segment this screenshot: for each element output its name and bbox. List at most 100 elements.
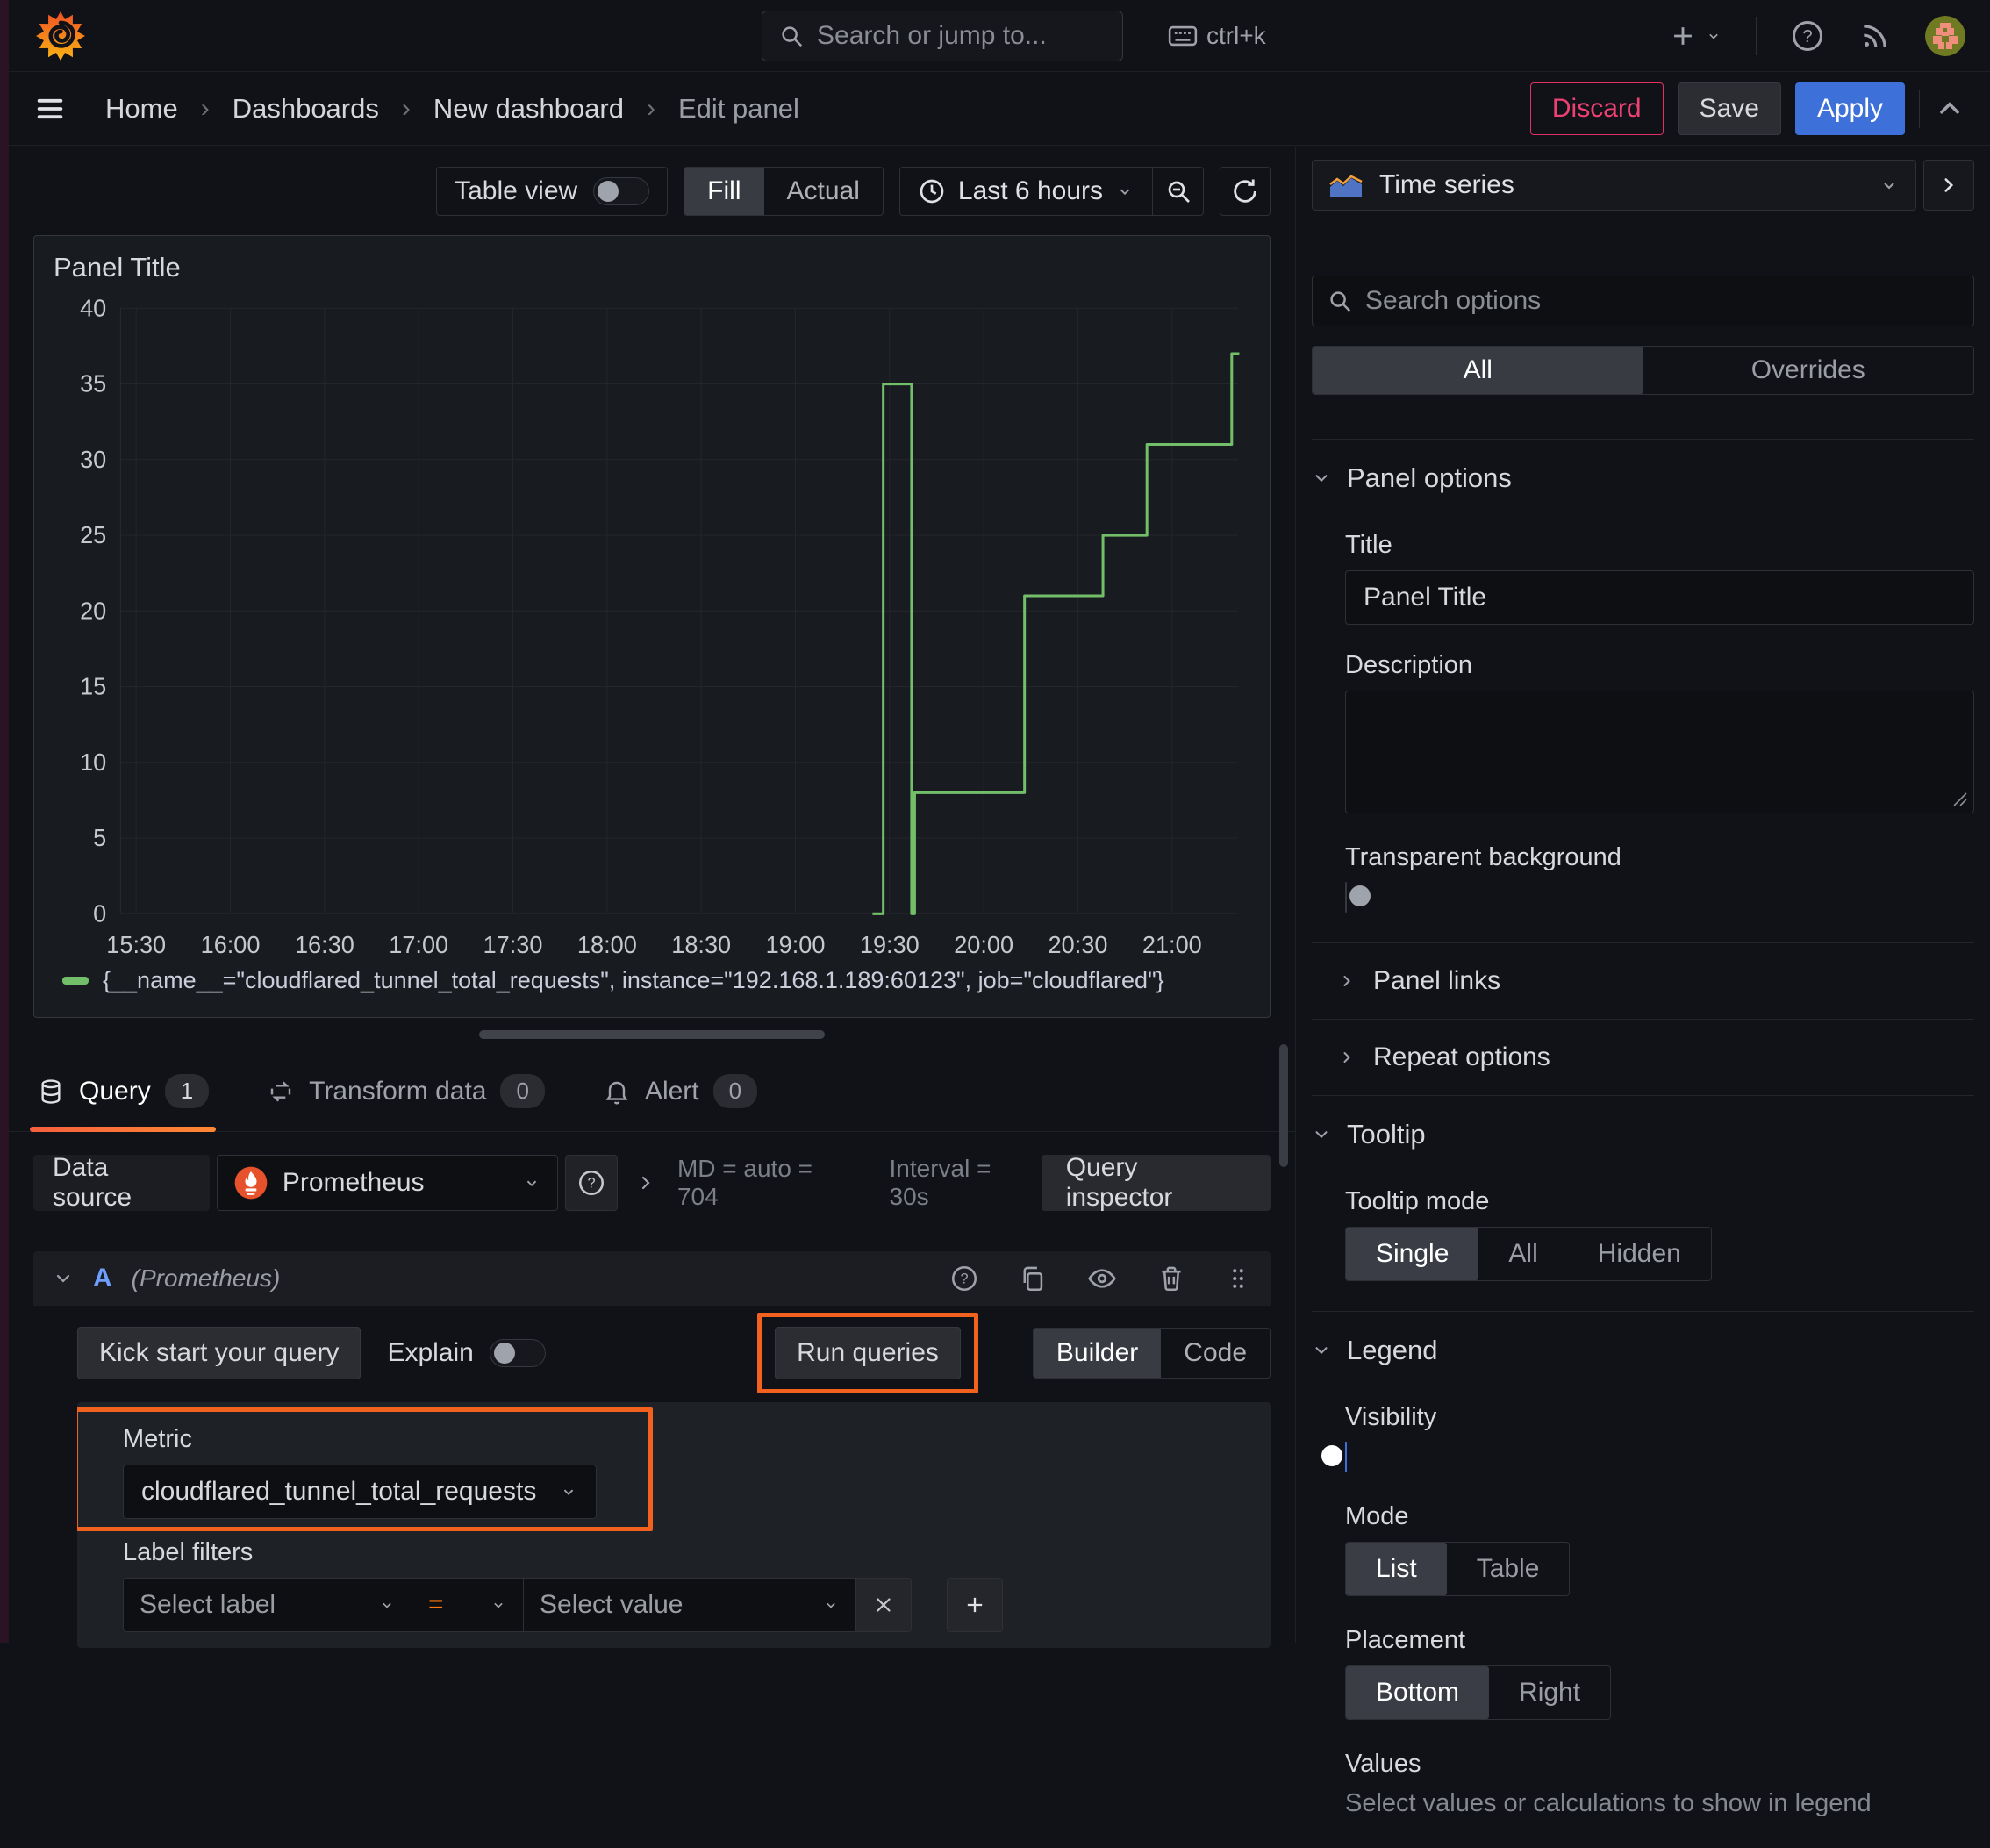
news-feed-icon[interactable] <box>1858 19 1892 53</box>
grafana-logo-icon[interactable] <box>35 11 86 61</box>
visualization-picker[interactable]: Time series <box>1312 160 1916 211</box>
interval: Interval = 30s <box>890 1155 1033 1211</box>
datasource-row: Data source Prometheus ? M <box>33 1155 1271 1211</box>
breadcrumb-bar: Home › Dashboards › New dashboard › Edit… <box>9 72 1990 146</box>
remove-query-icon[interactable] <box>1156 1264 1186 1293</box>
collapse-options-icon[interactable] <box>1934 93 1965 125</box>
tooltip-mode-single[interactable]: Single <box>1346 1228 1478 1280</box>
tab-transform[interactable]: Transform data 0 <box>267 1051 545 1131</box>
query-help-icon[interactable]: ? <box>949 1264 979 1293</box>
zoom-out-button[interactable] <box>1152 168 1203 215</box>
breadcrumb-new-dashboard[interactable]: New dashboard <box>433 93 624 125</box>
options-search-input[interactable] <box>1365 286 1959 316</box>
svg-text:20: 20 <box>80 597 106 624</box>
breadcrumb-dashboards[interactable]: Dashboards <box>233 93 379 125</box>
chevron-right-icon[interactable] <box>635 1172 656 1193</box>
transform-count-badge: 0 <box>500 1074 544 1108</box>
tooltip-header[interactable]: Tooltip <box>1312 1096 1974 1173</box>
refresh-button[interactable] <box>1220 167 1271 216</box>
svg-text:18:30: 18:30 <box>671 931 731 958</box>
search-input[interactable] <box>817 21 1156 51</box>
tooltip-mode-hidden[interactable]: Hidden <box>1568 1228 1711 1280</box>
hide-response-icon[interactable] <box>1086 1263 1118 1294</box>
legend-header[interactable]: Legend <box>1312 1312 1974 1389</box>
time-range-button[interactable]: Last 6 hours <box>900 176 1152 206</box>
resize-grip-icon[interactable] <box>1951 790 1968 807</box>
time-series-chart[interactable]: 051015202530354015:3016:0016:3017:0017:3… <box>54 285 1250 967</box>
panel-options-header[interactable]: Panel options <box>1312 440 1974 517</box>
add-filter-button[interactable] <box>947 1578 1003 1632</box>
breadcrumb-separator: › <box>201 94 210 124</box>
panel-title-input[interactable] <box>1345 570 1974 625</box>
builder-option[interactable]: Builder <box>1034 1329 1161 1378</box>
breadcrumb-separator: › <box>402 94 411 124</box>
datasource-help-button[interactable]: ? <box>565 1155 618 1211</box>
svg-text:35: 35 <box>80 370 106 398</box>
select-value-dropdown[interactable]: Select value <box>523 1578 856 1632</box>
select-label-dropdown[interactable]: Select label <box>123 1578 412 1632</box>
user-avatar[interactable] <box>1925 16 1965 56</box>
metric-label: Metric <box>123 1425 597 1454</box>
code-option[interactable]: Code <box>1161 1329 1270 1378</box>
kick-start-button[interactable]: Kick start your query <box>77 1327 361 1379</box>
query-ref-id[interactable]: A <box>93 1264 112 1293</box>
resize-handle[interactable] <box>479 1030 825 1039</box>
legend-placement-label: Placement <box>1345 1626 1974 1655</box>
remove-filter-button[interactable] <box>855 1578 912 1632</box>
global-search[interactable]: ctrl+k <box>762 11 1123 61</box>
scrollbar-thumb[interactable] <box>1279 1044 1288 1167</box>
save-button[interactable]: Save <box>1678 82 1781 135</box>
options-search[interactable] <box>1312 276 1974 326</box>
query-count-badge: 1 <box>165 1074 209 1108</box>
chevron-down-icon[interactable] <box>53 1268 74 1289</box>
tooltip-mode-all[interactable]: All <box>1478 1228 1567 1280</box>
svg-text:5: 5 <box>93 824 106 851</box>
repeat-options-title: Repeat options <box>1373 1042 1550 1072</box>
apply-button[interactable]: Apply <box>1795 82 1905 135</box>
series-label[interactable]: {__name__="cloudflared_tunnel_total_requ… <box>103 967 1164 994</box>
actual-option[interactable]: Actual <box>764 168 883 215</box>
transparent-bg-toggle[interactable] <box>1345 882 1347 913</box>
operator-dropdown[interactable]: = <box>412 1578 524 1632</box>
tab-all[interactable]: All <box>1313 347 1643 394</box>
description-textarea[interactable] <box>1345 691 1974 813</box>
panel-links-header[interactable]: Panel links <box>1312 943 1974 1019</box>
visibility-label: Visibility <box>1345 1403 1974 1432</box>
datasource-picker[interactable]: Prometheus <box>217 1155 558 1211</box>
tab-query[interactable]: Query 1 <box>37 1051 209 1131</box>
tab-alert[interactable]: Alert 0 <box>603 1051 757 1131</box>
legend-mode-list[interactable]: List <box>1346 1543 1447 1595</box>
tooltip-mode-label: Tooltip mode <box>1345 1187 1974 1216</box>
repeat-options-header[interactable]: Repeat options <box>1312 1020 1974 1095</box>
series-color-marker[interactable] <box>62 977 89 985</box>
legend-placement-bottom[interactable]: Bottom <box>1346 1666 1489 1719</box>
chevron-down-icon <box>1312 1125 1331 1144</box>
drag-handle-icon[interactable] <box>1225 1265 1251 1292</box>
query-row-header[interactable]: A (Prometheus) ? <box>33 1251 1271 1306</box>
help-icon[interactable]: ? <box>1790 18 1825 54</box>
query-inspector-button[interactable]: Query inspector <box>1042 1155 1271 1211</box>
panel-title[interactable]: Panel Title <box>54 252 1250 283</box>
fill-option[interactable]: Fill <box>684 168 763 215</box>
legend-placement-right[interactable]: Right <box>1489 1666 1610 1719</box>
duplicate-query-icon[interactable] <box>1018 1264 1048 1293</box>
divider <box>1756 17 1757 55</box>
svg-text:30: 30 <box>80 446 106 473</box>
explain-toggle[interactable] <box>490 1339 546 1367</box>
menu-toggle-icon[interactable] <box>33 92 67 125</box>
tab-overrides[interactable]: Overrides <box>1643 347 1974 394</box>
discard-button[interactable]: Discard <box>1530 82 1664 135</box>
bell-icon <box>603 1078 631 1106</box>
chart-legend: {__name__="cloudflared_tunnel_total_requ… <box>54 967 1250 1017</box>
run-queries-button[interactable]: Run queries <box>775 1327 961 1379</box>
top-nav: ctrl+k ? <box>9 0 1990 72</box>
chevron-down-icon <box>1312 1341 1331 1360</box>
new-menu-button[interactable] <box>1668 21 1722 51</box>
legend-mode-table[interactable]: Table <box>1447 1543 1570 1595</box>
breadcrumb-home[interactable]: Home <box>105 93 178 125</box>
toggle-viz-picker-button[interactable] <box>1923 160 1974 211</box>
metric-select[interactable]: cloudflared_tunnel_total_requests <box>123 1465 597 1519</box>
legend-visibility-toggle[interactable] <box>1345 1442 1347 1472</box>
panel-toolbar: Table view Fill Actual Last 6 hours <box>9 147 1295 235</box>
table-view-toggle[interactable] <box>593 177 649 205</box>
